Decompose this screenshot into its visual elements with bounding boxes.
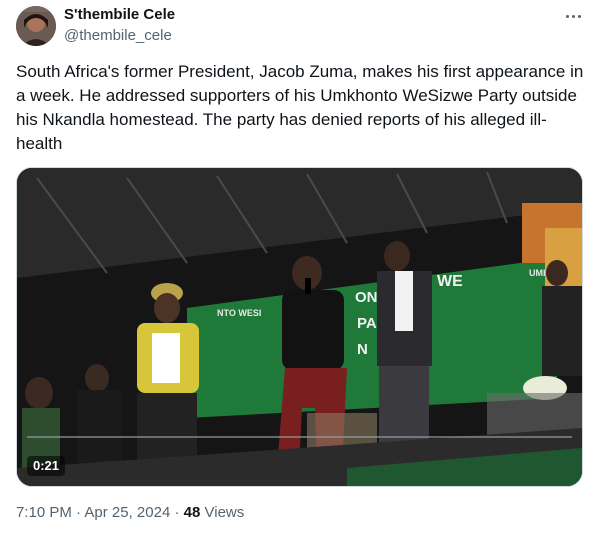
avatar-image bbox=[16, 6, 56, 46]
video-frame: WE ONT PA N UMKH NTO WESI bbox=[17, 168, 582, 486]
banner-text-nto: NTO WESI bbox=[217, 308, 261, 318]
tweet-timestamp-link[interactable]: 7:10 PM · Apr 25, 2024 bbox=[16, 504, 170, 521]
meta-separator-2: · bbox=[174, 504, 180, 521]
author-display-name[interactable]: S'thembile Cele bbox=[64, 6, 175, 24]
views-count: 48 bbox=[183, 504, 201, 521]
tweet-time: 7:10 PM bbox=[16, 504, 72, 521]
banner-text-n: N bbox=[357, 341, 368, 358]
author-handle[interactable]: @thembile_cele bbox=[64, 27, 172, 45]
tweet-date: Apr 25, 2024 bbox=[84, 504, 171, 521]
tweet-text: South Africa's former President, Jacob Z… bbox=[16, 62, 584, 153]
more-dot bbox=[577, 14, 581, 18]
banner-text-pa: PA bbox=[357, 315, 377, 332]
more-dot bbox=[571, 14, 575, 18]
more-options-button[interactable] bbox=[560, 4, 586, 28]
views-label: Views bbox=[204, 504, 245, 521]
tweet-meta: 7:10 PM · Apr 25, 2024 · 48 Views bbox=[16, 503, 244, 523]
meta-separator: · bbox=[76, 504, 82, 521]
more-horizontal-icon bbox=[565, 14, 569, 18]
tweet-card: S'thembile Cele @thembile_cele South Afr… bbox=[0, 0, 602, 544]
avatar[interactable] bbox=[16, 6, 56, 46]
banner-text-we: WE bbox=[437, 273, 463, 290]
video-duration: 0:21 bbox=[27, 456, 66, 476]
video-player[interactable]: WE ONT PA N UMKH NTO WESI 0:21 bbox=[16, 167, 583, 487]
